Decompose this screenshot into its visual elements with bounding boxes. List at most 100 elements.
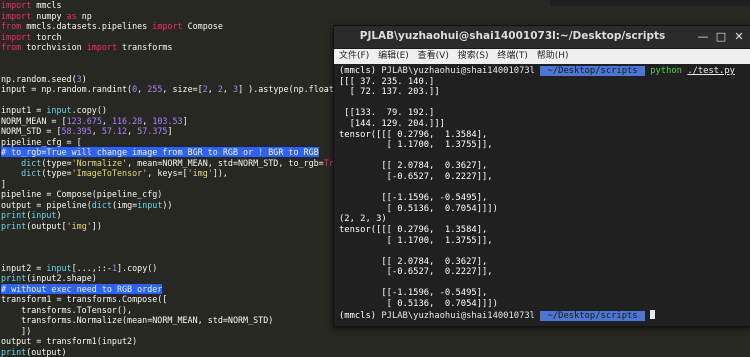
terminal-title: PJLAB\yuzhaohui@shai14001073l:~/Desktop/…	[334, 30, 691, 42]
terminal-window[interactable]: PJLAB\yuzhaohui@shai14001073l:~/Desktop/…	[333, 25, 750, 327]
code-token: ]),	[213, 168, 228, 178]
code-line[interactable]	[1, 231, 354, 242]
code-token: )	[56, 210, 61, 220]
code-token: torchvision	[21, 42, 87, 52]
code-line[interactable]	[1, 95, 354, 106]
code-token: mmcls	[31, 0, 61, 10]
code-line[interactable]: input2 = input[...,::-1].copy()	[1, 263, 354, 274]
code-line[interactable]	[1, 242, 354, 253]
code-token: transforms	[117, 42, 172, 52]
code-token: (type=	[41, 158, 71, 168]
code-line[interactable]: output = pipeline(dict(img=input))	[1, 200, 354, 211]
code-line[interactable]: transforms.Normalize(mean=NORM_MEAN, std…	[1, 315, 354, 326]
code-line[interactable]: ]	[1, 179, 354, 190]
code-line[interactable]	[1, 53, 354, 64]
code-token: input2 =	[1, 263, 46, 273]
code-token: (img=	[112, 200, 137, 210]
code-token: NORM_MEAN = [	[1, 116, 67, 126]
code-line[interactable]: np.random.seed(3)	[1, 74, 354, 85]
code-line[interactable]: NORM_STD = [58.395, 57.12, 57.375]	[1, 126, 354, 137]
code-line[interactable]: pipeline = Compose(pipeline_cfg)	[1, 189, 354, 200]
code-line[interactable]: # without exec need to RGB order	[1, 284, 354, 295]
code-token: input1 =	[1, 105, 46, 115]
prompt-line-2: (mmcls) PJLAB\yuzhaohui@shai14001073l ~/…	[339, 310, 735, 322]
menu-edit[interactable]: 编辑(E)	[378, 51, 409, 61]
code-line[interactable]: print(output['img'])	[1, 221, 354, 232]
code-line[interactable]: print(input2.shape)	[1, 273, 354, 284]
code-token: np	[77, 11, 92, 21]
output-line: (2, 2, 3)	[339, 214, 735, 225]
code-line[interactable]: from mmcls.datasets.pipelines import Com…	[1, 21, 354, 32]
menu-file[interactable]: 文件(F)	[339, 51, 369, 61]
code-token: ])	[1, 326, 31, 336]
code-token: )	[82, 74, 87, 84]
code-token: print	[1, 210, 26, 220]
code-line[interactable]: import mmcls	[1, 0, 354, 11]
code-token: 255	[147, 84, 162, 94]
code-token: from	[1, 21, 21, 31]
code-token: 58.395	[62, 126, 92, 136]
code-line[interactable]: dict(type='ImageToTensor', keys=['img'])…	[1, 168, 354, 179]
code-token: ,	[102, 116, 112, 126]
code-token: np.random.seed(	[1, 74, 77, 84]
code-line[interactable]	[1, 63, 354, 74]
menu-view[interactable]: 查看(V)	[418, 51, 449, 61]
menu-terminal[interactable]: 终端(T)	[497, 51, 528, 61]
code-token: input	[31, 210, 56, 220]
command-python: python	[650, 66, 682, 76]
code-line[interactable]: input1 = input.copy()	[1, 105, 354, 116]
output-line: [144. 129. 204.]]]	[339, 119, 735, 130]
maximize-icon[interactable]: □	[713, 29, 729, 45]
code-token	[1, 168, 21, 178]
prompt-env-2: (mmcls)	[339, 311, 376, 321]
code-line[interactable]: print(output)	[1, 347, 354, 357]
code-token: output = pipeline(	[1, 200, 92, 210]
code-line[interactable]: pipeline_cfg = [	[1, 137, 354, 148]
code-line[interactable]: import numpy as np	[1, 11, 354, 22]
menu-search[interactable]: 搜索(S)	[458, 51, 489, 61]
code-line[interactable]	[1, 252, 354, 263]
prompt-line-1: (mmcls) PJLAB\yuzhaohui@shai14001073l ~/…	[339, 66, 735, 77]
code-token: (input2.shape)	[26, 273, 97, 283]
code-token: mmcls.datasets.pipelines	[21, 21, 152, 31]
code-token: as	[67, 11, 77, 21]
minimize-icon[interactable]: —	[695, 29, 711, 45]
code-line[interactable]: from torchvision import transforms	[1, 42, 354, 53]
output-line: [ 1.1700, 1.3755]],	[339, 140, 735, 151]
code-line[interactable]: import torch	[1, 32, 354, 43]
terminal-titlebar[interactable]: PJLAB\yuzhaohui@shai14001073l:~/Desktop/…	[334, 26, 750, 49]
code-line[interactable]: dict(type='Normalize', mean=NORM_MEAN, s…	[1, 158, 354, 169]
code-token: import	[152, 21, 182, 31]
code-token: ])	[92, 221, 102, 231]
code-line[interactable]: # to_rgb=True will change image from BGR…	[1, 147, 354, 158]
code-token: torch	[31, 32, 61, 42]
code-line[interactable]: transform1 = transforms.Compose([	[1, 294, 354, 305]
code-token: dict	[21, 158, 41, 168]
code-token: 'img'	[67, 221, 92, 231]
code-line[interactable]: NORM_MEAN = [123.675, 116.28, 103.53]	[1, 116, 354, 127]
code-token: ]	[1, 179, 6, 189]
terminal-output-lines: [[[ 37. 235. 140.] [ 72. 137. 203.]] [[1…	[339, 77, 735, 310]
code-token: 'ImageToTensor'	[72, 168, 148, 178]
code-token: transforms.Normalize(mean=NORM_MEAN, std…	[1, 315, 273, 325]
code-line[interactable]: print(input)	[1, 210, 354, 221]
code-area[interactable]: import mmclsimport numpy as npfrom mmcls…	[1, 0, 354, 357]
code-line[interactable]: ])	[1, 326, 354, 337]
output-line: [-0.6527, 0.2227]],	[339, 172, 735, 183]
code-token: ,	[223, 84, 233, 94]
code-token: , mean=NORM_MEAN, std=NORM_STD, to_rgb=	[127, 158, 324, 168]
output-line	[339, 278, 735, 289]
close-icon[interactable]: ✕	[731, 29, 747, 45]
code-token: ,	[127, 126, 137, 136]
code-token: import	[1, 0, 31, 10]
code-token: print	[1, 347, 26, 357]
code-token: from	[1, 42, 21, 52]
code-line[interactable]: input = np.random.randint(0, 255, size=[…	[1, 84, 354, 95]
output-line: tensor([[[ 0.2796, 1.3584],	[339, 225, 735, 236]
menu-help[interactable]: 帮助(H)	[537, 51, 569, 61]
code-line[interactable]: transforms.ToTensor(),	[1, 305, 354, 316]
terminal-body[interactable]: (mmcls) PJLAB\yuzhaohui@shai14001073l ~/…	[334, 64, 750, 326]
output-line: [[-1.1596, -0.5495],	[339, 288, 735, 299]
code-token: input	[46, 263, 71, 273]
output-line: [[ 2.0784, 0.3627],	[339, 161, 735, 172]
